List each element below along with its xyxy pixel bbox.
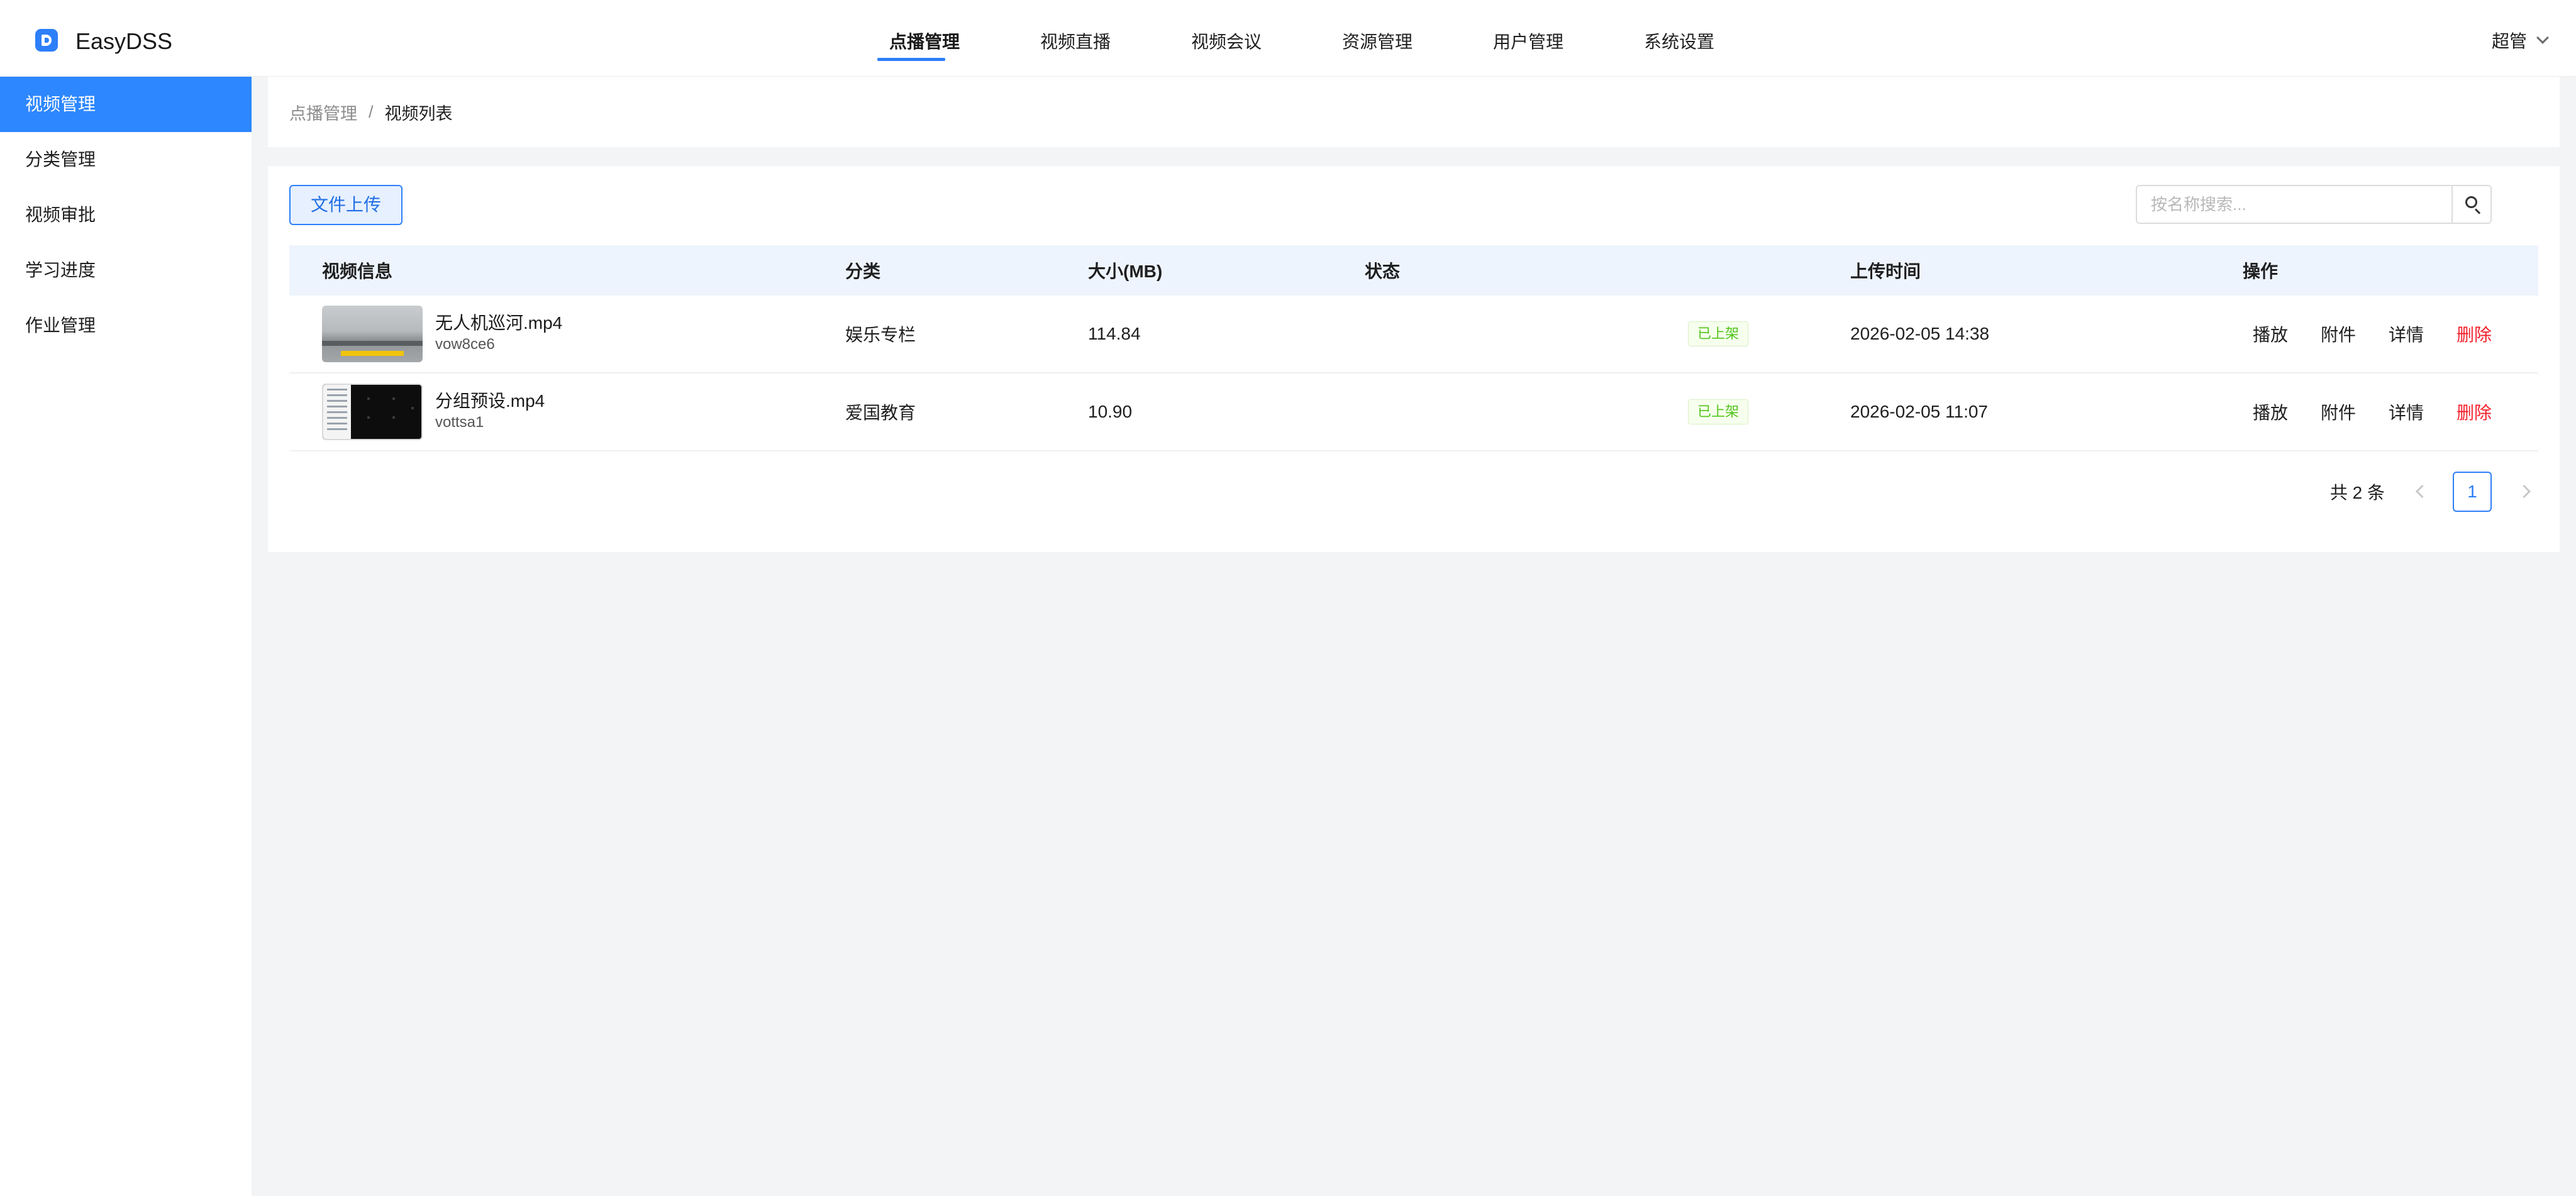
video-info-cell: 分组预设.mp4 vottsa1: [289, 384, 845, 440]
size-cell: 10.90: [1088, 402, 1133, 421]
search-icon: [2465, 196, 2477, 208]
attachment-button[interactable]: 附件: [2321, 399, 2356, 424]
chevron-down-icon: [2536, 31, 2549, 44]
top-nav-label: 用户管理: [1492, 32, 1563, 52]
pagination-total: 共 2 条: [2329, 483, 2385, 502]
actions-cell: 播放 附件 详情 删除: [2243, 321, 2538, 346]
top-nav-label: 视频直播: [1040, 32, 1111, 52]
status-cell: 已上架: [1365, 399, 1850, 424]
top-nav-system-settings[interactable]: 系统设置: [1604, 0, 1755, 77]
play-button[interactable]: 播放: [2253, 399, 2288, 424]
header-status: 状态: [1365, 262, 1401, 281]
video-thumbnail[interactable]: [322, 306, 423, 362]
delete-button[interactable]: 删除: [2457, 321, 2492, 346]
status-badge: 已上架: [1688, 399, 1748, 424]
attachment-button[interactable]: 附件: [2321, 321, 2356, 346]
top-nav: 点播管理 视频直播 视频会议 资源管理 用户管理 系统设置: [849, 0, 1755, 77]
breadcrumb-separator: /: [369, 102, 374, 121]
top-nav-live-video[interactable]: 视频直播: [1000, 0, 1151, 77]
sidebar-item-category-management[interactable]: 分类管理: [0, 132, 252, 187]
top-nav-vod-management[interactable]: 点播管理: [849, 0, 1000, 77]
category-cell: 爱国教育: [845, 403, 916, 423]
sidebar-item-learning-progress[interactable]: 学习进度: [0, 243, 252, 298]
active-tab-indicator: [877, 58, 945, 61]
table-header: 视频信息 分类 大小(MB) 状态 上传时间 操作: [289, 245, 2538, 296]
table-row: 分组预设.mp4 vottsa1 爱国教育 10.90 已上架 2026-02-…: [289, 374, 2538, 451]
video-name: 无人机巡河.mp4: [435, 313, 563, 333]
top-header: EasyDSS 点播管理 视频直播 视频会议 资源管理 用户管理 系统设置 超管: [0, 0, 2576, 77]
user-name: 超管: [2491, 31, 2527, 51]
video-info-cell: 无人机巡河.mp4 vow8ce6: [289, 306, 845, 362]
header-video-info: 视频信息: [322, 262, 393, 281]
actions-cell: 播放 附件 详情 删除: [2243, 399, 2538, 424]
user-menu[interactable]: 超管: [2491, 28, 2549, 53]
header-actions: 操作: [2243, 262, 2279, 281]
play-button[interactable]: 播放: [2253, 321, 2288, 346]
video-id: vottsa1: [435, 414, 484, 431]
search-button[interactable]: [2451, 186, 2490, 223]
app-title: EasyDSS: [75, 28, 173, 54]
sidebar-item-video-approval[interactable]: 视频审批: [0, 187, 252, 243]
pagination: 共 2 条 1: [2330, 472, 2538, 512]
header-category: 分类: [845, 262, 881, 281]
sidebar-item-video-management[interactable]: 视频管理: [0, 77, 252, 132]
easydss-logo-icon: [35, 29, 58, 52]
upload-time-cell: 2026-02-05 14:38: [1850, 324, 1990, 343]
video-thumbnail[interactable]: [322, 384, 423, 440]
details-button[interactable]: 详情: [2389, 321, 2424, 346]
size-cell: 114.84: [1088, 324, 1141, 343]
header-upload-time: 上传时间: [1850, 262, 1921, 281]
breadcrumb: 点播管理 / 视频列表: [268, 77, 2560, 147]
top-nav-user-management[interactable]: 用户管理: [1453, 0, 1604, 77]
video-table: 视频信息 分类 大小(MB) 状态 上传时间 操作 无人机巡河.mp4 vow8…: [289, 245, 2538, 451]
search-box: [2136, 185, 2492, 224]
chevron-right-icon[interactable]: [2513, 479, 2538, 504]
search-input[interactable]: [2137, 186, 2451, 223]
upload-time-cell: 2026-02-05 11:07: [1850, 402, 1988, 421]
top-nav-video-conference[interactable]: 视频会议: [1151, 0, 1302, 77]
sidebar: 视频管理 分类管理 视频审批 学习进度 作业管理: [0, 77, 252, 1196]
top-nav-resource-management[interactable]: 资源管理: [1302, 0, 1453, 77]
breadcrumb-current: 视频列表: [384, 104, 453, 123]
category-cell: 娱乐专栏: [845, 325, 916, 345]
table-row: 无人机巡河.mp4 vow8ce6 娱乐专栏 114.84 已上架 2026-0…: [289, 296, 2538, 374]
header-size: 大小(MB): [1088, 262, 1163, 281]
chevron-left-icon[interactable]: [2406, 479, 2431, 504]
sidebar-item-homework-management[interactable]: 作业管理: [0, 298, 252, 353]
video-name: 分组预设.mp4: [435, 391, 545, 411]
top-nav-label: 视频会议: [1191, 32, 1262, 52]
top-nav-label: 点播管理: [889, 32, 960, 52]
video-meta: 无人机巡河.mp4 vow8ce6: [435, 313, 562, 355]
video-id: vow8ce6: [435, 336, 495, 353]
search-icon-handle: [2474, 208, 2481, 214]
status-badge: 已上架: [1688, 321, 1748, 346]
breadcrumb-parent[interactable]: 点播管理: [289, 100, 357, 125]
top-nav-label: 系统设置: [1643, 32, 1714, 52]
details-button[interactable]: 详情: [2389, 399, 2424, 424]
status-cell: 已上架: [1365, 321, 1850, 346]
delete-button[interactable]: 删除: [2457, 399, 2492, 424]
top-nav-label: 资源管理: [1341, 32, 1413, 52]
video-list-card: 文件上传 视频信息 分类 大小(MB) 状态 上传时间 操作 无人机巡河.mp4: [268, 166, 2560, 552]
video-meta: 分组预设.mp4 vottsa1: [435, 390, 545, 433]
upload-file-button[interactable]: 文件上传: [289, 185, 402, 225]
page-number-button[interactable]: 1: [2453, 472, 2492, 512]
